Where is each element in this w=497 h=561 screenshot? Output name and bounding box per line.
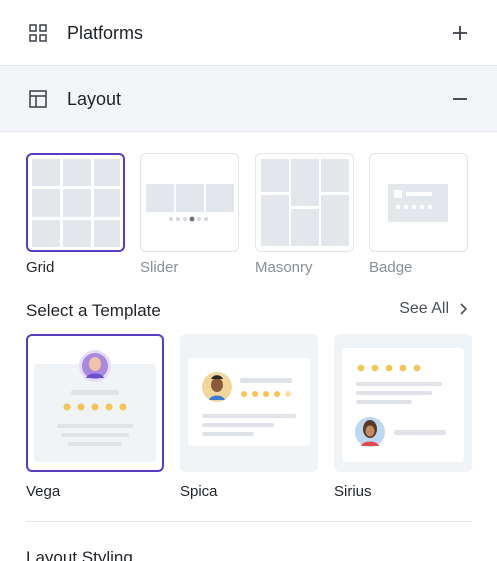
slider-layout-preview [146, 184, 234, 222]
platforms-row[interactable]: Platforms [0, 0, 497, 66]
masonry-layout-preview [261, 159, 349, 246]
layout-option-masonry[interactable] [255, 153, 354, 252]
layout-label-badge: Badge [369, 259, 413, 276]
grid-icon [29, 24, 47, 42]
avatar [79, 350, 111, 382]
template-card-spica[interactable] [180, 334, 318, 472]
plus-icon[interactable] [451, 24, 469, 42]
see-all-link[interactable]: See All [399, 300, 467, 318]
layout-title: Layout [67, 89, 122, 109]
layout-label-grid: Grid [26, 259, 55, 276]
grid-layout-preview [32, 159, 120, 247]
layout-option-badge[interactable] [369, 153, 468, 252]
template-name-vega: Vega [26, 483, 61, 500]
minus-icon[interactable] [451, 90, 469, 108]
layout-styling-title[interactable]: Layout Styling [26, 548, 133, 561]
layout-option-slider[interactable] [140, 153, 239, 252]
sirius-template-preview [342, 348, 464, 462]
layout-row[interactable]: Layout [0, 66, 497, 132]
layout-label-masonry: Masonry [255, 259, 313, 276]
platforms-title: Platforms [67, 23, 144, 43]
layout-option-grid[interactable] [26, 153, 125, 252]
avatar [202, 372, 232, 402]
spica-template-preview [188, 358, 310, 446]
select-template-title: Select a Template [26, 301, 161, 320]
avatar [355, 417, 385, 447]
layout-icon [29, 90, 47, 108]
template-card-sirius[interactable] [334, 334, 472, 472]
layout-label-slider: Slider [140, 259, 179, 276]
template-card-vega[interactable] [26, 334, 164, 472]
section-divider [26, 521, 472, 522]
template-name-sirius: Sirius [334, 483, 372, 500]
vega-template-preview [34, 350, 156, 462]
chevron-right-icon [460, 303, 467, 315]
template-name-spica: Spica [180, 483, 218, 500]
badge-layout-preview [388, 184, 448, 222]
see-all-label: See All [399, 300, 449, 317]
